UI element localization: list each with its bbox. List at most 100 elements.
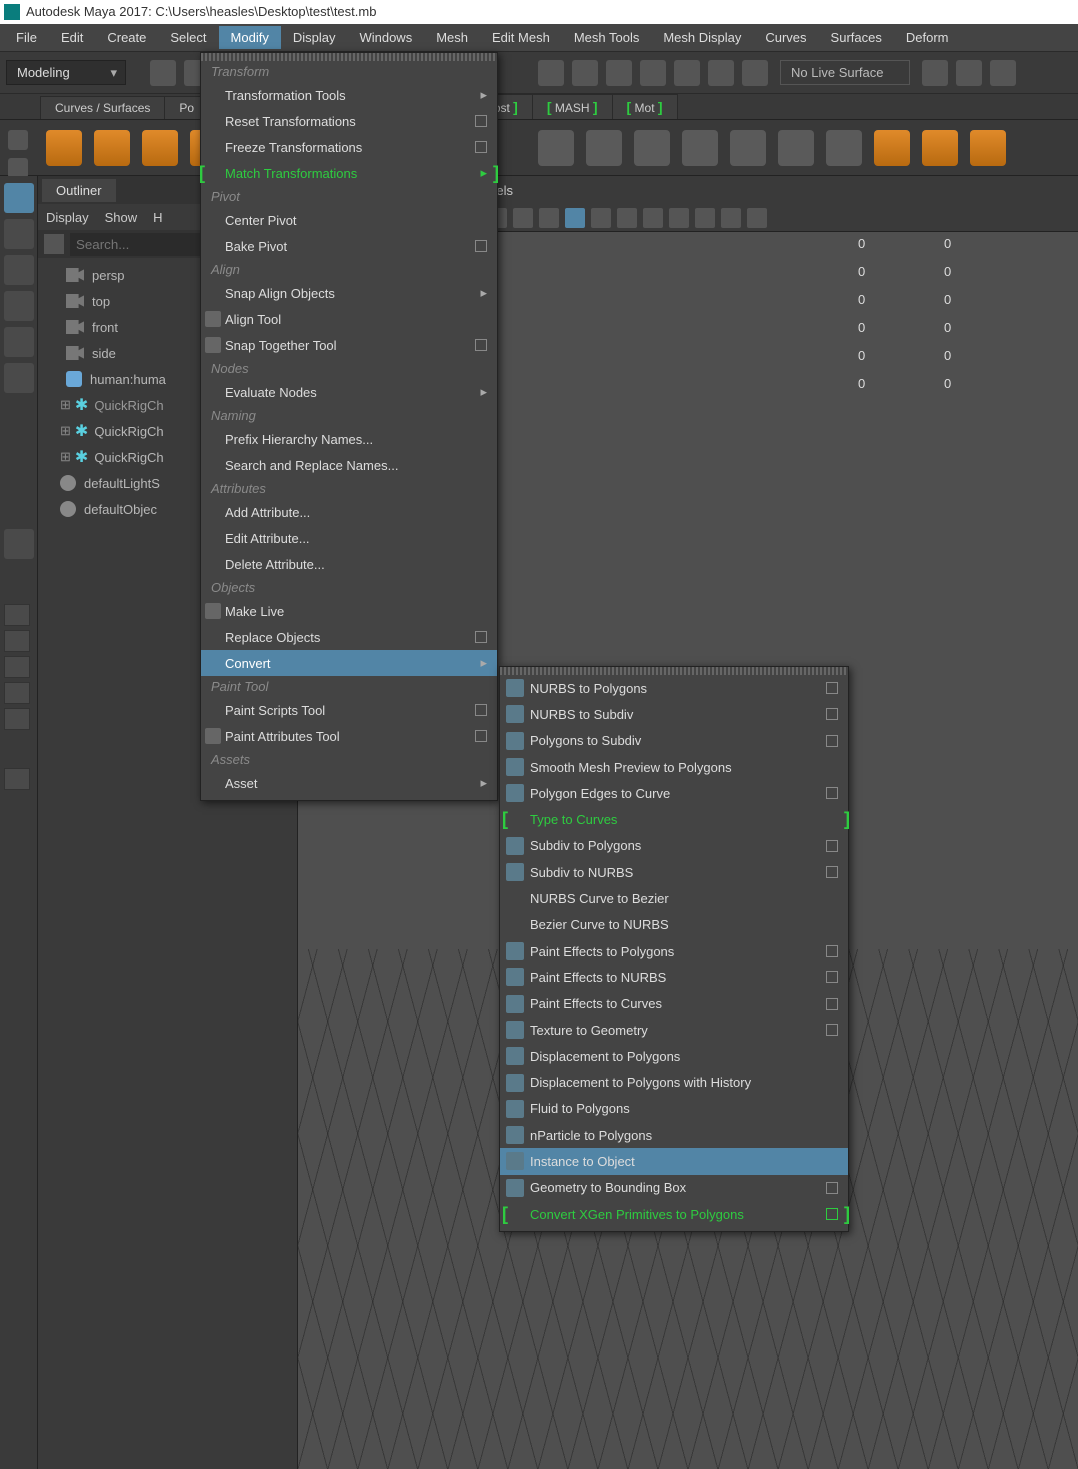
option-box-icon[interactable] (826, 787, 838, 799)
menu-item-paint-scripts-tool[interactable]: Paint Scripts Tool (201, 697, 497, 723)
dock-icon[interactable] (4, 768, 30, 790)
shelf-icon[interactable] (634, 130, 670, 166)
toolbar-icon[interactable] (956, 60, 982, 86)
shelf-icon[interactable] (922, 130, 958, 166)
option-box-icon[interactable] (826, 971, 838, 983)
viewport-icon[interactable] (617, 208, 637, 228)
menu-item-snap-align-objects[interactable]: Snap Align Objects▸ (201, 280, 497, 306)
shelf-tab-curves-surfaces[interactable]: Curves / Surfaces (40, 96, 165, 119)
menu-item-evaluate-nodes[interactable]: Evaluate Nodes▸ (201, 379, 497, 405)
option-box-icon[interactable] (475, 339, 487, 351)
dock-icon[interactable] (4, 630, 30, 652)
option-box-icon[interactable] (826, 866, 838, 878)
live-surface-field[interactable]: No Live Surface (780, 60, 910, 85)
move-tool[interactable] (4, 291, 34, 321)
menu-mesh[interactable]: Mesh (424, 26, 480, 49)
shelf-toggle-icon[interactable] (8, 130, 28, 150)
dock-icon[interactable] (4, 604, 30, 626)
shelf-icon[interactable] (970, 130, 1006, 166)
menu-item-match-transformations[interactable]: [Match Transformations▸] (201, 160, 497, 186)
submenu-item-texture-to-geometry[interactable]: Texture to Geometry (500, 1017, 848, 1043)
rotate-tool[interactable] (4, 327, 34, 357)
viewport-icon[interactable] (747, 208, 767, 228)
new-scene-icon[interactable] (150, 60, 176, 86)
menu-item-prefix-hierarchy-names-[interactable]: Prefix Hierarchy Names... (201, 426, 497, 452)
workspace-dropdown[interactable]: Modeling (6, 60, 126, 85)
viewport-icon[interactable] (539, 208, 559, 228)
submenu-item-subdiv-to-polygons[interactable]: Subdiv to Polygons (500, 833, 848, 859)
option-box-icon[interactable] (826, 1208, 838, 1220)
menu-item-search-and-replace-names-[interactable]: Search and Replace Names... (201, 452, 497, 478)
submenu-item-subdiv-to-nurbs[interactable]: Subdiv to NURBS (500, 859, 848, 885)
submenu-item-convert-xgen-primitives-to-polygons[interactable]: [Convert XGen Primitives to Polygons] (500, 1201, 848, 1227)
submenu-item-type-to-curves[interactable]: [Type to Curves] (500, 806, 848, 832)
submenu-item-nurbs-curve-to-bezier[interactable]: NURBS Curve to Bezier (500, 885, 848, 911)
menu-item-asset[interactable]: Asset▸ (201, 770, 497, 796)
filter-icon[interactable] (44, 234, 64, 254)
shelf-icon[interactable] (538, 130, 574, 166)
option-box-icon[interactable] (826, 682, 838, 694)
submenu-item-smooth-mesh-preview-to-polygons[interactable]: Smooth Mesh Preview to Polygons (500, 754, 848, 780)
option-box-icon[interactable] (826, 1024, 838, 1036)
submenu-item-instance-to-object[interactable]: Instance to Object (500, 1148, 848, 1174)
toolbar-icon[interactable] (990, 60, 1016, 86)
submenu-item-polygon-edges-to-curve[interactable]: Polygon Edges to Curve (500, 780, 848, 806)
menu-item-convert[interactable]: Convert▸ (201, 650, 497, 676)
submenu-item-displacement-to-polygons[interactable]: Displacement to Polygons (500, 1043, 848, 1069)
option-box-icon[interactable] (826, 945, 838, 957)
lasso-tool[interactable] (4, 219, 34, 249)
option-box-icon[interactable] (475, 730, 487, 742)
viewport-icon[interactable] (669, 208, 689, 228)
submenu-item-nurbs-to-subdiv[interactable]: NURBS to Subdiv (500, 701, 848, 727)
snap-icon[interactable] (572, 60, 598, 86)
submenu-item-fluid-to-polygons[interactable]: Fluid to Polygons (500, 1096, 848, 1122)
shelf-icon[interactable] (826, 130, 862, 166)
submenu-item-displacement-to-polygons-with-history[interactable]: Displacement to Polygons with History (500, 1069, 848, 1095)
shelf-icon[interactable] (94, 130, 130, 166)
menu-tearoff-handle[interactable] (201, 53, 497, 61)
shelf-icon[interactable] (778, 130, 814, 166)
menu-tearoff-handle[interactable] (500, 667, 848, 675)
menu-item-make-live[interactable]: Make Live (201, 598, 497, 624)
menu-mesh-tools[interactable]: Mesh Tools (562, 26, 652, 49)
menu-file[interactable]: File (4, 26, 49, 49)
dock-icon[interactable] (4, 708, 30, 730)
submenu-item-nurbs-to-polygons[interactable]: NURBS to Polygons (500, 675, 848, 701)
menu-item-delete-attribute-[interactable]: Delete Attribute... (201, 551, 497, 577)
paint-select-tool[interactable] (4, 255, 34, 285)
submenu-item-geometry-to-bounding-box[interactable]: Geometry to Bounding Box (500, 1175, 848, 1201)
scale-tool[interactable] (4, 363, 34, 393)
dock-icon[interactable] (4, 656, 30, 678)
viewport-icon[interactable] (565, 208, 585, 228)
shelf-icon[interactable] (682, 130, 718, 166)
shelf-tab-mash[interactable]: [ MASH ] (532, 94, 613, 119)
viewport-icon[interactable] (695, 208, 715, 228)
dock-icon[interactable] (4, 682, 30, 704)
last-tool[interactable] (4, 529, 34, 559)
outliner-menu-display[interactable]: Display (46, 210, 89, 225)
menu-item-paint-attributes-tool[interactable]: Paint Attributes Tool (201, 723, 497, 749)
submenu-item-bezier-curve-to-nurbs[interactable]: Bezier Curve to NURBS (500, 912, 848, 938)
option-box-icon[interactable] (826, 735, 838, 747)
shelf-icon[interactable] (730, 130, 766, 166)
menu-deform[interactable]: Deform (894, 26, 961, 49)
snap-icon[interactable] (674, 60, 700, 86)
menu-item-add-attribute-[interactable]: Add Attribute... (201, 499, 497, 525)
option-box-icon[interactable] (475, 704, 487, 716)
menu-edit-mesh[interactable]: Edit Mesh (480, 26, 562, 49)
outliner-menu-help[interactable]: H (153, 210, 162, 225)
submenu-item-polygons-to-subdiv[interactable]: Polygons to Subdiv (500, 728, 848, 754)
submenu-item-paint-effects-to-curves[interactable]: Paint Effects to Curves (500, 991, 848, 1017)
submenu-item-nparticle-to-polygons[interactable]: nParticle to Polygons (500, 1122, 848, 1148)
menu-modify[interactable]: Modify (219, 26, 281, 49)
option-box-icon[interactable] (475, 141, 487, 153)
menu-item-freeze-transformations[interactable]: Freeze Transformations (201, 134, 497, 160)
snap-icon[interactable] (708, 60, 734, 86)
shelf-icon[interactable] (142, 130, 178, 166)
snap-icon[interactable] (640, 60, 666, 86)
menu-item-reset-transformations[interactable]: Reset Transformations (201, 108, 497, 134)
viewport-icon[interactable] (643, 208, 663, 228)
outliner-menu-show[interactable]: Show (105, 210, 138, 225)
submenu-item-paint-effects-to-polygons[interactable]: Paint Effects to Polygons (500, 938, 848, 964)
option-box-icon[interactable] (475, 115, 487, 127)
